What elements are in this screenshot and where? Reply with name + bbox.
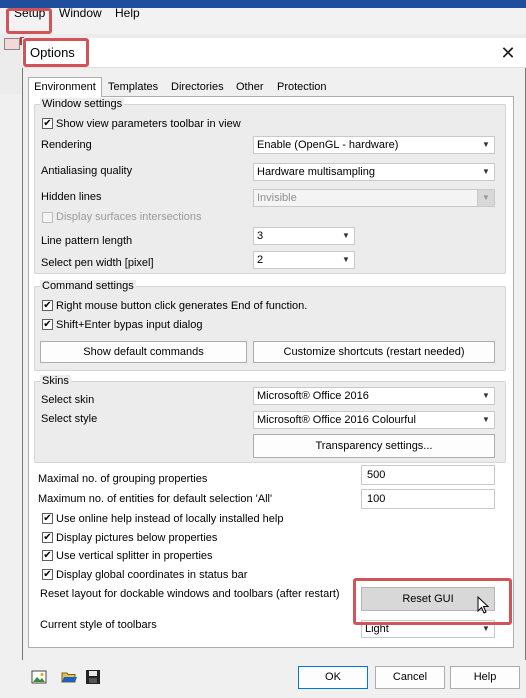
display-pictures-label: Display pictures below properties xyxy=(56,532,218,544)
pen-width-value: 2 xyxy=(257,254,264,266)
skins-title: Skins xyxy=(40,375,71,387)
setup-highlight xyxy=(6,8,52,34)
dialog-titlebar xyxy=(22,38,526,68)
chevron-down-icon: ▼ xyxy=(477,190,494,206)
display-surfaces-checkbox xyxy=(42,212,53,223)
chevron-down-icon: ▼ xyxy=(342,255,350,264)
line-pattern-value: 3 xyxy=(257,230,264,242)
chevron-down-icon: ▼ xyxy=(482,391,490,400)
hidden-lines-label: Hidden lines xyxy=(41,191,102,203)
global-coordinates-label: Display global coordinates in status bar xyxy=(56,569,248,581)
antialiasing-label: Antialiasing quality xyxy=(41,165,133,177)
pen-width-select[interactable]: 2 ▼ xyxy=(253,251,355,269)
style-select[interactable]: Microsoft® Office 2016 Colourful ▼ xyxy=(253,411,495,429)
toolbar-style-label: Current style of toolbars xyxy=(40,619,157,631)
open-folder-icon[interactable] xyxy=(61,669,77,685)
global-coordinates-checkbox[interactable]: ✔ xyxy=(42,569,53,580)
mouse-cursor-icon xyxy=(477,596,490,614)
line-pattern-select[interactable]: 3 ▼ xyxy=(253,227,355,245)
transparency-settings-button[interactable]: Transparency settings... xyxy=(253,434,495,458)
vertical-splitter-label: Use vertical splitter in properties xyxy=(56,550,213,562)
skin-value: Microsoft® Office 2016 xyxy=(257,390,369,402)
tab-protection[interactable]: Protection xyxy=(277,77,327,97)
right-click-label: Right mouse button click generates End o… xyxy=(56,300,308,312)
chevron-down-icon: ▼ xyxy=(342,231,350,240)
chevron-down-icon: ▼ xyxy=(482,140,490,149)
menu-help[interactable]: Help xyxy=(115,6,140,20)
select-skin-label: Select skin xyxy=(41,394,95,406)
toolbar-app-icon[interactable] xyxy=(4,38,20,50)
skin-select[interactable]: Microsoft® Office 2016 ▼ xyxy=(253,387,495,405)
hidden-lines-select: Invisible ▼ xyxy=(253,189,495,207)
rendering-select[interactable]: Enable (OpenGL - hardware) ▼ xyxy=(253,136,495,154)
window-settings-title: Window settings xyxy=(40,98,125,110)
shift-enter-label: Shift+Enter bypas input dialog xyxy=(56,319,203,331)
rendering-label: Rendering xyxy=(41,139,92,151)
tab-environment[interactable]: Environment xyxy=(28,77,102,97)
select-style-label: Select style xyxy=(41,413,98,425)
hidden-lines-value: Invisible xyxy=(257,192,297,204)
reset-layout-label: Reset layout for dockable windows and to… xyxy=(40,588,340,600)
chevron-down-icon: ▼ xyxy=(482,415,490,424)
display-surfaces-label: Display surfaces intersections xyxy=(56,211,202,223)
close-icon[interactable]: ✕ xyxy=(496,41,520,65)
entities-selection-label: Maximum no. of entities for default sele… xyxy=(38,493,273,505)
tab-templates[interactable]: Templates xyxy=(108,77,158,97)
command-settings-title: Command settings xyxy=(40,280,136,292)
show-default-commands-button[interactable]: Show default commands xyxy=(40,341,247,363)
vertical-splitter-checkbox[interactable]: ✔ xyxy=(42,550,53,561)
tab-other[interactable]: Other xyxy=(236,77,264,97)
customize-shortcuts-button[interactable]: Customize shortcuts (restart needed) xyxy=(253,341,495,363)
right-click-checkbox[interactable]: ✔ xyxy=(42,300,53,311)
cancel-button[interactable]: Cancel xyxy=(375,666,445,689)
picture-icon[interactable] xyxy=(31,669,47,685)
show-view-toolbar-label: Show view parameters toolbar in view xyxy=(56,118,241,130)
menu-window[interactable]: Window xyxy=(59,6,102,20)
online-help-label: Use online help instead of locally insta… xyxy=(56,513,284,525)
help-button[interactable]: Help xyxy=(450,666,520,689)
display-pictures-checkbox[interactable]: ✔ xyxy=(42,532,53,543)
line-pattern-label: Line pattern length xyxy=(41,235,133,247)
tab-directories[interactable]: Directories xyxy=(171,77,224,97)
title-highlight xyxy=(23,38,89,67)
pen-width-label: Select pen width [pixel] xyxy=(41,257,154,269)
antialiasing-select[interactable]: Hardware multisampling ▼ xyxy=(253,163,495,181)
rendering-value: Enable (OpenGL - hardware) xyxy=(257,139,399,151)
style-value: Microsoft® Office 2016 Colourful xyxy=(257,414,416,426)
shift-enter-checkbox[interactable]: ✔ xyxy=(42,319,53,330)
chevron-down-icon: ▼ xyxy=(482,167,490,176)
antialiasing-value: Hardware multisampling xyxy=(257,166,375,178)
save-icon[interactable] xyxy=(85,669,101,685)
online-help-checkbox[interactable]: ✔ xyxy=(42,513,53,524)
grouping-properties-label: Maximal no. of grouping properties xyxy=(38,473,208,485)
show-view-toolbar-checkbox[interactable]: ✔ xyxy=(42,118,53,129)
grouping-properties-input[interactable]: 500 xyxy=(361,465,495,485)
ok-button[interactable]: OK xyxy=(298,666,368,689)
entities-selection-input[interactable]: 100 xyxy=(361,489,495,509)
